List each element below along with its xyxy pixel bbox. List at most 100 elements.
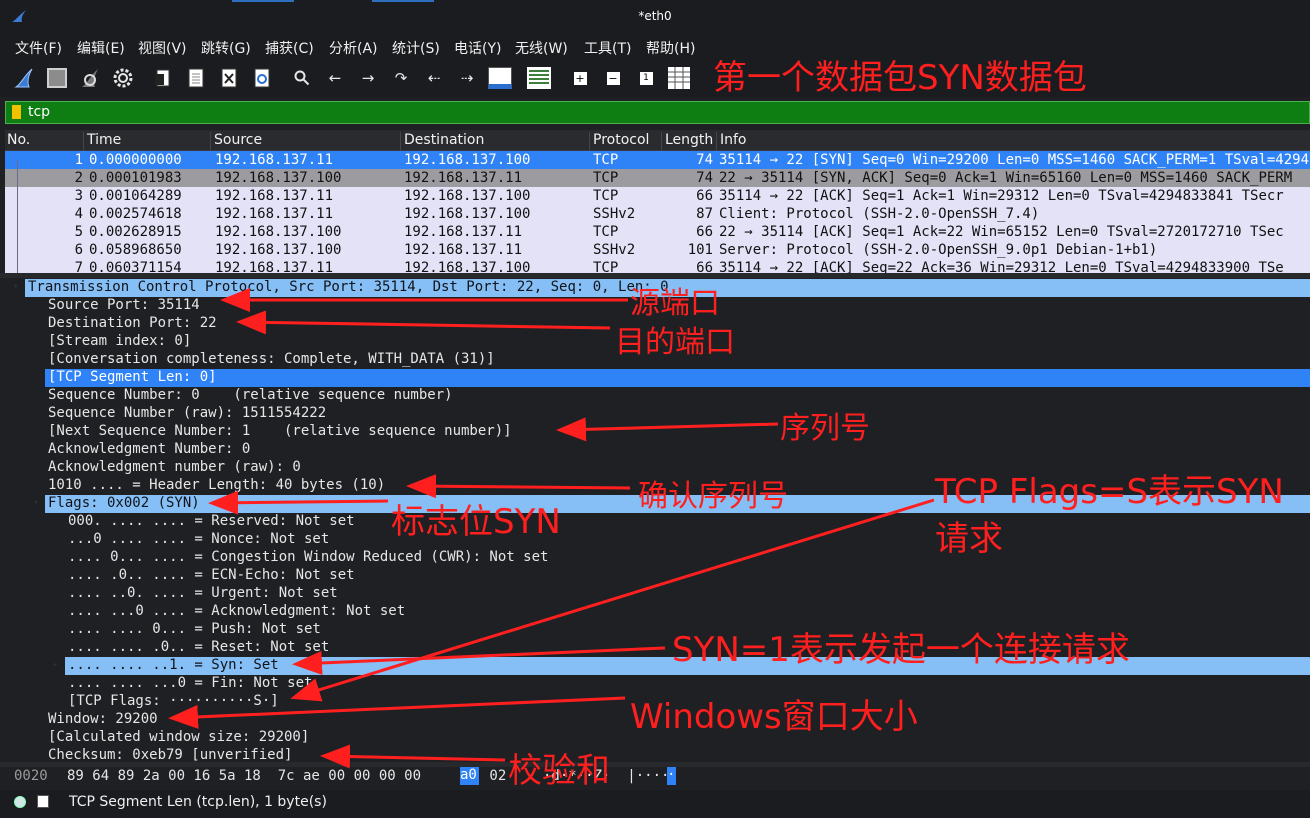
expert-info-led-icon[interactable] [14, 796, 26, 808]
packet-row[interactable]: 3 0.001064289 192.168.137.11 192.168.137.10… [5, 187, 1310, 205]
detail-row[interactable]: ...0 .... .... = Nonce: Not set [5, 531, 1310, 549]
packet-row[interactable]: 5 0.002628915 192.168.137.100 192.168.137.1… [5, 223, 1310, 241]
column-header-destination[interactable]: Destination [402, 132, 590, 151]
zoom-out-icon[interactable]: − [600, 65, 626, 91]
menu-item-9[interactable]: 工具(T) [584, 38, 631, 58]
zoom-in-icon[interactable]: + [567, 65, 593, 91]
capture-comment-icon[interactable] [37, 795, 49, 808]
display-filter-bar[interactable]: tcp [5, 101, 1310, 124]
normal-size-icon[interactable]: 1 [633, 65, 659, 91]
detail-row[interactable]: Sequence Number (raw): 1511554222 [5, 405, 1310, 423]
packet-cell-src: 192.168.137.11 [215, 206, 334, 222]
resize-columns-icon[interactable] [666, 65, 692, 91]
bytes-hex-highlight[interactable]: a0 [460, 767, 479, 785]
detail-row[interactable]: [Next Sequence Number: 1 (relative seque… [5, 423, 1310, 441]
detail-row[interactable]: .... 0... .... = Congestion Window Reduc… [5, 549, 1310, 567]
packet-cell-dst: 192.168.137.100 [404, 260, 531, 273]
detail-text: .... .0.. .... = ECN-Echo: Not set [68, 567, 355, 583]
detail-row[interactable]: .... ...0 .... = Acknowledgment: Not set [5, 603, 1310, 621]
bytes-ascii-highlight[interactable]: · [667, 767, 676, 785]
column-header-info[interactable]: Info [718, 132, 1310, 151]
packet-cell-proto: SSHv2 [593, 242, 636, 258]
detail-row[interactable]: .... .0.. .... = ECN-Echo: Not set [5, 567, 1310, 585]
menu-item-3[interactable]: 跳转(G) [201, 38, 251, 58]
menu-item-4[interactable]: 捕获(C) [265, 38, 314, 58]
packet-cell-time: 0.000101983 [89, 170, 182, 186]
annotation-tcp-flags: TCP Flags=S表示SYN [935, 472, 1284, 512]
menu-item-8[interactable]: 无线(W) [515, 38, 568, 58]
bytes-hex-after: 02 [481, 768, 507, 784]
detail-text: ...0 .... .... = Nonce: Not set [68, 531, 330, 547]
packet-cell-time: 0.002574618 [89, 206, 182, 222]
save-file-icon[interactable] [183, 65, 209, 91]
packet-cell-proto: TCP [593, 188, 619, 204]
open-file-icon[interactable] [150, 65, 176, 91]
bookmark-icon[interactable] [12, 105, 21, 119]
menu-item-5[interactable]: 分析(A) [329, 38, 378, 58]
packet-bytes-pane: 0020 89 64 89 2a 00 16 5a 18 7c ae 00 00… [5, 767, 1310, 787]
packet-cell-info: 35114 → 22 [SYN] Seq=0 Win=29200 Len=0 M… [719, 152, 1310, 168]
packet-row[interactable]: 1 0.000000000 192.168.137.11 192.168.137.10… [5, 151, 1310, 169]
last-packet-icon[interactable]: ⇢ [454, 65, 480, 91]
annotation-window: Windows窗口大小 [630, 697, 918, 737]
detail-text: Transmission Control Protocol, Src Port:… [28, 279, 669, 295]
forward-arrow-icon[interactable]: → [355, 65, 381, 91]
bytes-hex-before: 89 64 89 2a 00 16 5a 18 7c ae 00 00 00 0… [67, 768, 430, 784]
shark-fin-icon[interactable] [11, 65, 37, 91]
restart-icon[interactable] [77, 65, 103, 91]
packet-cell-dst: 192.168.137.11 [404, 242, 523, 258]
menu-item-1[interactable]: 编辑(E) [77, 38, 125, 58]
annotation-header: 第一个数据包SYN数据包 [713, 58, 1087, 98]
menu-item-10[interactable]: 帮助(H) [646, 38, 695, 58]
detail-text: .... .... ..1. = Syn: Set [68, 657, 279, 673]
column-header-length[interactable]: Length [663, 132, 717, 151]
search-icon[interactable] [289, 65, 315, 91]
detail-row[interactable]: Checksum: 0xeb79 [unverified] [5, 747, 1310, 762]
packet-cell-proto: TCP [593, 260, 619, 273]
packet-list-header: No. Time Source Destination Protocol Len… [5, 130, 1310, 151]
packet-cell-time: 0.060371154 [89, 260, 182, 273]
expand-down-icon[interactable]: ▾ [33, 498, 38, 508]
column-header-source[interactable]: Source [212, 132, 401, 151]
packet-row[interactable]: 7 0.060371154 192.168.137.11 192.168.137.10… [5, 259, 1310, 273]
packet-cell-info: 35114 → 22 [ACK] Seq=22 Ack=36 Win=29312… [719, 260, 1284, 273]
detail-row[interactable]: Sequence Number: 0 (relative sequence nu… [5, 387, 1310, 405]
reload-icon[interactable] [249, 65, 275, 91]
menu-item-7[interactable]: 电话(Y) [454, 38, 501, 58]
stop-icon[interactable] [44, 65, 70, 91]
detail-row[interactable]: [TCP Segment Len: 0] [45, 369, 1310, 387]
column-header-protocol[interactable]: Protocol [591, 132, 662, 151]
packet-cell-src: 192.168.137.11 [215, 260, 334, 273]
detail-row[interactable]: Acknowledgment Number: 0 [5, 441, 1310, 459]
packet-cell-info: 22 → 35114 [SYN, ACK] Seq=0 Ack=1 Win=65… [719, 170, 1293, 186]
menu-item-0[interactable]: 文件(F) [15, 38, 62, 58]
detail-text: [Stream index: 0] [48, 333, 192, 349]
menu-item-6[interactable]: 统计(S) [392, 38, 440, 58]
expand-right-icon[interactable]: ▸ [53, 660, 58, 670]
column-header-time[interactable]: Time [85, 132, 211, 151]
detail-text: 1010 .... = Header Length: 40 bytes (10) [48, 477, 386, 493]
options-gear-icon[interactable] [110, 65, 136, 91]
packet-cell-dst: 192.168.137.100 [404, 152, 531, 168]
packet-row[interactable]: 4 0.002574618 192.168.137.11 192.168.137.10… [5, 205, 1310, 223]
bytes-hex[interactable]: 89 64 89 2a 00 16 5a 18 7c ae 00 00 00 0… [67, 768, 429, 784]
close-file-icon[interactable] [216, 65, 242, 91]
detail-text: Source Port: 35114 [48, 297, 200, 313]
bytes-offset: 0020 [14, 768, 48, 784]
packet-cell-src: 192.168.137.100 [215, 242, 342, 258]
packet-row[interactable]: 2 0.000101983 192.168.137.100 192.168.137.1… [5, 169, 1310, 187]
back-arrow-icon[interactable]: ← [322, 65, 348, 91]
detail-row[interactable]: .... ..0. .... = Urgent: Not set [5, 585, 1310, 603]
detail-row[interactable]: 000. .... .... = Reserved: Not set [5, 513, 1310, 531]
expand-down-icon[interactable]: ▾ [13, 282, 18, 292]
packet-row[interactable]: 6 0.058968650 192.168.137.100 192.168.137.1… [5, 241, 1310, 259]
window-title: *eth0 [638, 9, 672, 23]
goto-packet-icon[interactable]: ↷ [388, 65, 414, 91]
display-filter-input[interactable]: tcp [28, 104, 50, 120]
detail-text: Acknowledgment number (raw): 0 [48, 459, 301, 475]
column-header-no[interactable]: No. [5, 132, 84, 151]
autoscroll-icon[interactable] [487, 65, 513, 91]
first-packet-icon[interactable]: ⇠ [421, 65, 447, 91]
colorize-icon[interactable] [526, 65, 552, 91]
menu-item-2[interactable]: 视图(V) [138, 38, 187, 58]
